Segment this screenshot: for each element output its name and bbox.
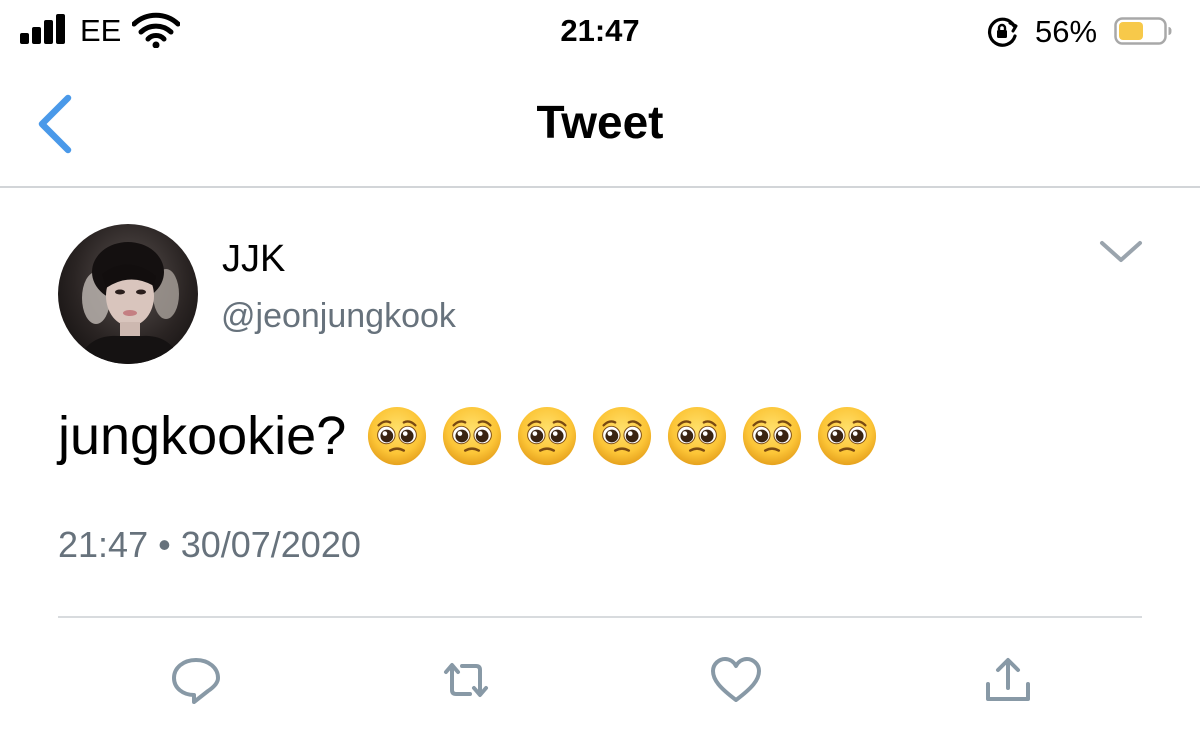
- author-handle[interactable]: @jeonjungkook: [221, 295, 456, 337]
- status-time: 21:47: [560, 13, 640, 48]
- tweet-text-content: jungkookie?: [58, 406, 347, 466]
- heart-icon[interactable]: [710, 656, 762, 704]
- tweet-timestamp[interactable]: 21:47 • 30/07/2020: [58, 524, 361, 566]
- author-display-name[interactable]: JJK: [222, 236, 285, 282]
- page-title: Tweet: [536, 96, 664, 148]
- battery-percent: 56%: [1035, 14, 1098, 49]
- retweet-icon[interactable]: [440, 656, 492, 704]
- divider: [58, 616, 1142, 618]
- profile-photo: [76, 242, 182, 364]
- chevron-down-icon[interactable]: [1098, 234, 1144, 268]
- pleading-face-icon: [368, 406, 427, 466]
- avatar[interactable]: [58, 224, 198, 364]
- pleading-face-icon: [443, 406, 502, 466]
- reply-icon[interactable]: [170, 656, 222, 704]
- pleading-face-icon: [743, 406, 802, 466]
- tweet-text: jungkookie?: [58, 404, 891, 468]
- battery-icon: [1114, 17, 1172, 45]
- pleading-face-icon: [593, 406, 652, 466]
- navigation-bar: Tweet: [0, 64, 1200, 188]
- pleading-face-icon: [518, 406, 577, 466]
- pleading-face-icon: [818, 406, 877, 466]
- status-bar: EE 21:47 56%: [0, 0, 1200, 64]
- pleading-face-icon: [668, 406, 727, 466]
- orientation-lock-icon: [988, 17, 1018, 47]
- emoji-row: [366, 405, 891, 467]
- share-icon[interactable]: [982, 656, 1034, 704]
